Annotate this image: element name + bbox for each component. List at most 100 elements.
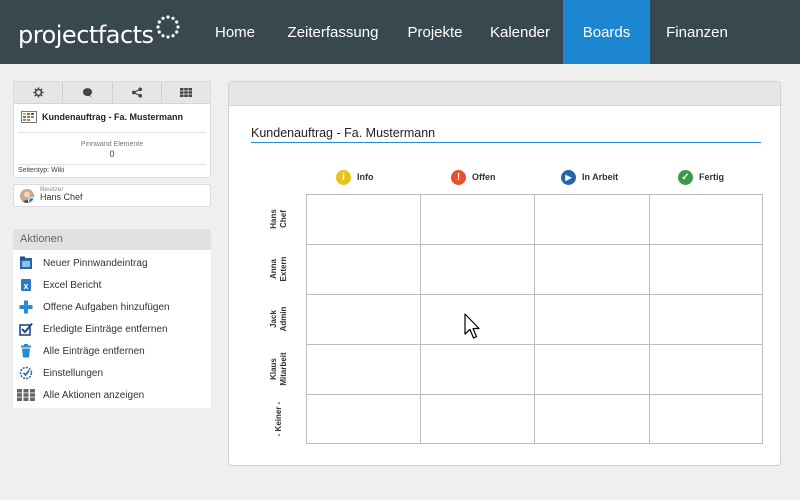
row-label-line2: Mitarbeit bbox=[279, 352, 288, 386]
divider bbox=[18, 132, 206, 133]
action-label: Offene Aufgaben hinzufügen bbox=[43, 301, 170, 313]
action-label: Neuer Pinnwandeintrag bbox=[43, 257, 148, 269]
share-icon[interactable] bbox=[113, 82, 162, 103]
nav-zeiterfassung[interactable]: Zeiterfassung bbox=[278, 0, 388, 64]
owner-name: Hans Chef bbox=[40, 192, 83, 202]
action-label: Alle Aktionen anzeigen bbox=[43, 389, 145, 401]
pinboard-elements-count: 0 bbox=[109, 149, 115, 159]
settings-icon[interactable] bbox=[14, 82, 64, 103]
row-label-line2: Extern bbox=[279, 256, 288, 282]
nav-projekte[interactable]: Projekte bbox=[398, 0, 472, 64]
action-label: Alle Einträge entfernen bbox=[43, 345, 145, 357]
owner-card[interactable]: Besitzer Hans Chef bbox=[13, 184, 211, 207]
play-icon: ▶ bbox=[561, 169, 576, 185]
logo-text: projectfacts bbox=[18, 21, 154, 49]
plus-icon bbox=[18, 299, 34, 315]
board-cell[interactable] bbox=[307, 395, 420, 443]
action-label: Excel Bericht bbox=[43, 279, 102, 291]
projectfacts-logo[interactable]: projectfacts bbox=[18, 15, 181, 50]
board-cell[interactable] bbox=[307, 195, 420, 244]
board-cell[interactable] bbox=[421, 345, 534, 394]
board-cell[interactable] bbox=[307, 245, 420, 294]
board-cell[interactable] bbox=[307, 345, 420, 394]
settings-check-icon bbox=[18, 365, 34, 381]
action-remove-all[interactable]: Alle Einträge entfernen bbox=[13, 340, 211, 362]
grid-icon[interactable] bbox=[162, 82, 210, 103]
logo-dots-icon bbox=[155, 15, 180, 39]
action-new-pin[interactable]: Neuer Pinnwandeintrag bbox=[13, 252, 211, 274]
nav-boards[interactable]: Boards bbox=[563, 0, 650, 64]
action-remove-done[interactable]: Erledigte Einträge entfernen bbox=[13, 318, 211, 340]
divider bbox=[18, 164, 206, 165]
board-cell[interactable] bbox=[421, 245, 534, 294]
action-add-open-tasks[interactable]: Offene Aufgaben hinzufügen bbox=[13, 296, 211, 318]
board-cell[interactable] bbox=[650, 295, 762, 344]
avatar bbox=[20, 189, 34, 203]
board-cell[interactable] bbox=[535, 195, 649, 244]
info-icon: i bbox=[336, 169, 351, 185]
board-cell[interactable] bbox=[307, 295, 420, 344]
row-label-line1: Jack bbox=[269, 310, 278, 328]
column-label: Fertig bbox=[699, 172, 725, 182]
column-label: In Arbeit bbox=[582, 172, 619, 182]
page-type-label: Seitentyp: Wiki bbox=[18, 167, 65, 174]
column-header-offen: ! Offen bbox=[451, 168, 496, 186]
row-label-hans-chef: Hans Chef bbox=[259, 194, 299, 244]
board-cell[interactable] bbox=[650, 245, 762, 294]
column-label: Offen bbox=[472, 172, 496, 182]
row-label-line1: - Keiner - bbox=[274, 401, 283, 437]
row-label-klaus-mitarbeit: Klaus Mitarbeit bbox=[259, 344, 299, 394]
row-label-line1: Klaus bbox=[269, 358, 278, 380]
board-thumbnail-icon bbox=[21, 111, 37, 123]
new-pin-icon bbox=[18, 255, 34, 271]
board-cell[interactable] bbox=[421, 195, 534, 244]
action-show-all[interactable]: Alle Aktionen anzeigen bbox=[13, 384, 211, 406]
page-title-text: Kundenauftrag - Fa. Mustermann bbox=[42, 112, 184, 122]
actions-heading: Aktionen bbox=[13, 229, 211, 250]
action-label: Erledigte Einträge entfernen bbox=[43, 323, 168, 335]
board-cell[interactable] bbox=[535, 345, 649, 394]
check-icon: ✓ bbox=[678, 169, 693, 185]
row-label-line2: Chef bbox=[279, 210, 288, 228]
row-label-line1: Anna bbox=[269, 259, 278, 279]
mouse-cursor-icon bbox=[464, 313, 480, 339]
nav-finanzen[interactable]: Finanzen bbox=[656, 0, 738, 64]
board-header-bar bbox=[229, 82, 780, 106]
board-title-underline bbox=[251, 142, 761, 143]
board-cell[interactable] bbox=[650, 345, 762, 394]
column-header-in-arbeit: ▶ In Arbeit bbox=[561, 168, 618, 186]
row-label-line2: Admin bbox=[279, 306, 288, 332]
board-cell[interactable] bbox=[421, 395, 534, 443]
nav-kalender[interactable]: Kalender bbox=[482, 0, 558, 64]
board-title: Kundenauftrag - Fa. Mustermann bbox=[251, 126, 436, 140]
action-label: Einstellungen bbox=[43, 367, 104, 379]
board-cell[interactable] bbox=[535, 245, 649, 294]
trash-icon bbox=[18, 343, 34, 359]
page-info-card: Kundenauftrag - Fa. Mustermann Pinnwand … bbox=[13, 81, 211, 178]
row-label-anna-extern: Anna Extern bbox=[259, 244, 299, 294]
board-cell[interactable] bbox=[535, 395, 649, 443]
actions-list: Neuer Pinnwandeintrag x Excel Bericht Of… bbox=[13, 250, 211, 408]
action-excel-report[interactable]: x Excel Bericht bbox=[13, 274, 211, 296]
board-grid bbox=[306, 194, 763, 444]
column-label: Info bbox=[357, 172, 374, 182]
board-panel: Kundenauftrag - Fa. Mustermann i Info ! … bbox=[228, 81, 781, 466]
row-label-line1: Hans bbox=[269, 209, 278, 229]
board-cell[interactable] bbox=[535, 295, 649, 344]
comment-icon[interactable] bbox=[63, 82, 113, 103]
nav-home[interactable]: Home bbox=[205, 0, 265, 64]
alert-icon: ! bbox=[451, 169, 466, 185]
pinboard-elements-label: Pinnwand Elemente bbox=[80, 141, 144, 148]
column-header-info: i Info bbox=[336, 168, 374, 186]
action-settings[interactable]: Einstellungen bbox=[13, 362, 211, 384]
svg-text:x: x bbox=[23, 281, 28, 291]
excel-icon: x bbox=[18, 277, 34, 293]
board-cell[interactable] bbox=[650, 195, 762, 244]
sidebar-toolbar bbox=[14, 82, 210, 104]
status-dot-icon bbox=[28, 197, 34, 203]
row-label-keiner: - Keiner - bbox=[259, 394, 299, 444]
top-navigation-bar: projectfacts Home Zeiterfassung Projekte… bbox=[0, 0, 800, 64]
checkbox-icon bbox=[18, 321, 34, 337]
board-cell[interactable] bbox=[650, 395, 762, 443]
column-header-fertig: ✓ Fertig bbox=[678, 168, 724, 186]
